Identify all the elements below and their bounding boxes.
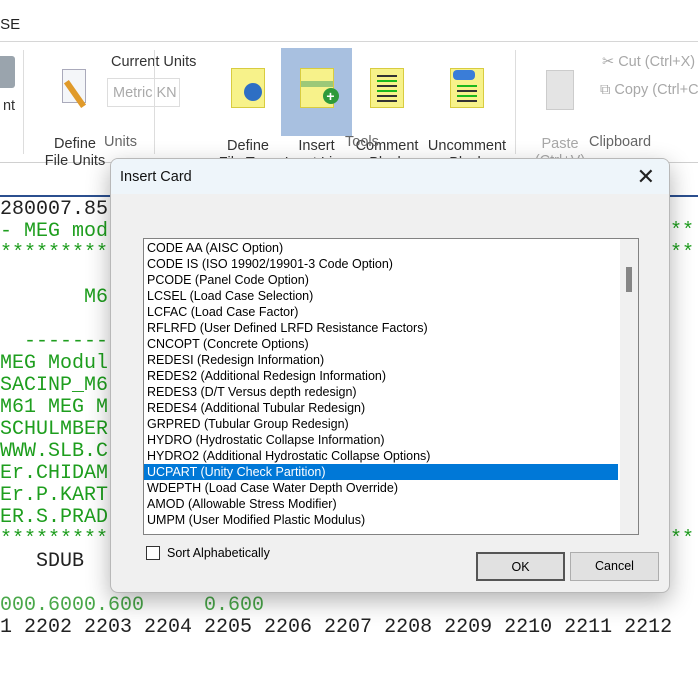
code-line-right: ** [670,242,695,265]
app-title: ISE [0,16,21,33]
document-pencil-icon [58,69,92,109]
code-line: 280007.85 [0,198,109,221]
list-item[interactable]: CNCOPT (Concrete Options) [144,336,618,352]
clipboard-group-label: Clipboard [589,134,652,150]
list-item[interactable]: REDES4 (Additional Tubular Redesign) [144,400,618,416]
code-line-right: ** [670,220,695,243]
code-line: SACINP_M6 [0,374,109,397]
insert-card-dialog: Insert Card ✕ CODE AA (AISC Option) CODE … [110,158,670,593]
code-line: Er.CHIDAM [0,462,109,485]
cancel-button[interactable]: Cancel [570,552,659,581]
code-line: ********* [0,242,109,265]
printer-icon [0,56,15,88]
define-file-units-button[interactable]: Define File Units [42,42,108,187]
insert-input-line-button[interactable]: + Insert Input Line [281,48,352,171]
list-item[interactable]: GRPRED (Tubular Group Redesign) [144,416,618,432]
list-item[interactable]: REDESI (Redesign Information) [144,352,618,368]
dialog-title-bar: Insert Card ✕ [111,159,669,194]
code-line: - MEG mod [0,220,109,243]
code-line: Er.P.KART [0,484,109,507]
comment-note-icon [370,68,404,108]
code-line: ------- [0,330,109,353]
list-item[interactable]: CODE AA (AISC Option) [144,240,618,256]
ok-button[interactable]: OK [476,552,565,581]
code-line: SCHULMBER [0,418,109,441]
uncomment-note-icon [450,68,484,108]
code-line: ER.S.PRAD [0,506,109,529]
list-item[interactable]: REDES2 (Additional Redesign Information) [144,368,618,384]
code-line: 000.6000.600 0.600 [0,594,265,617]
list-item[interactable]: HYDRO2 (Additional Hydrostatic Collapse … [144,448,618,464]
code-line: M6 [0,286,109,309]
dialog-title: Insert Card [120,169,192,185]
copy-button[interactable]: ⧉ Copy (Ctrl+C) [600,82,698,98]
sort-alphabetically-checkbox[interactable] [146,546,160,560]
list-item[interactable]: HYDRO (Hydrostatic Collapse Information) [144,432,618,448]
code-line-right: ** [670,528,695,551]
code-line: MEG Modul [0,352,109,375]
list-item[interactable]: PCODE (Panel Code Option) [144,272,618,288]
list-item[interactable]: CODE IS (ISO 19902/19901-3 Code Option) [144,256,618,272]
code-line: ********* [0,528,109,551]
scissors-icon: ✂ [602,54,619,70]
tools-group-label: Tools [345,134,379,150]
print-button[interactable]: nt [0,42,20,115]
sort-alphabetically-label[interactable]: Sort Alphabetically [167,546,270,560]
clipboard-icon [546,70,574,110]
code-line: 1 2202 2203 2204 2205 2206 2207 2208 220… [0,616,673,639]
units-group-label: Units [104,134,138,150]
list-item[interactable]: REDES3 (D/T Versus depth redesign) [144,384,618,400]
code-line: M61 MEG M [0,396,109,419]
globe-note-icon [231,68,265,108]
code-line: SDUB [0,550,85,573]
list-item[interactable]: RFLRFD (User Defined LRFD Resistance Fac… [144,320,618,336]
list-item[interactable]: UCPART (Unity Check Partition) [144,464,618,480]
card-listbox[interactable]: CODE AA (AISC Option) CODE IS (ISO 19902/… [143,238,639,535]
ribbon: nt Define File Units Current Units Metri… [0,42,698,171]
current-units-field: Metric KN [107,78,180,107]
insert-line-icon: + [299,68,339,108]
cut-button[interactable]: ✂ Cut (Ctrl+X) [602,54,695,70]
scrollbar[interactable] [620,239,638,534]
list-item[interactable]: WDEPTH (Load Case Water Depth Override) [144,480,618,496]
list-item[interactable]: LCFAC (Load Case Factor) [144,304,618,320]
copy-icon: ⧉ [600,82,615,98]
list-item[interactable]: LCSEL (Load Case Selection) [144,288,618,304]
list-item[interactable]: UMPM (User Modified Plastic Modulus) [144,512,618,528]
close-icon[interactable]: ✕ [637,164,655,190]
title-bar: ISE [0,0,698,42]
scrollbar-thumb[interactable] [626,267,632,292]
list-item[interactable]: AMOD (Allowable Stress Modifier) [144,496,618,512]
code-line: WWW.SLB.C [0,440,109,463]
